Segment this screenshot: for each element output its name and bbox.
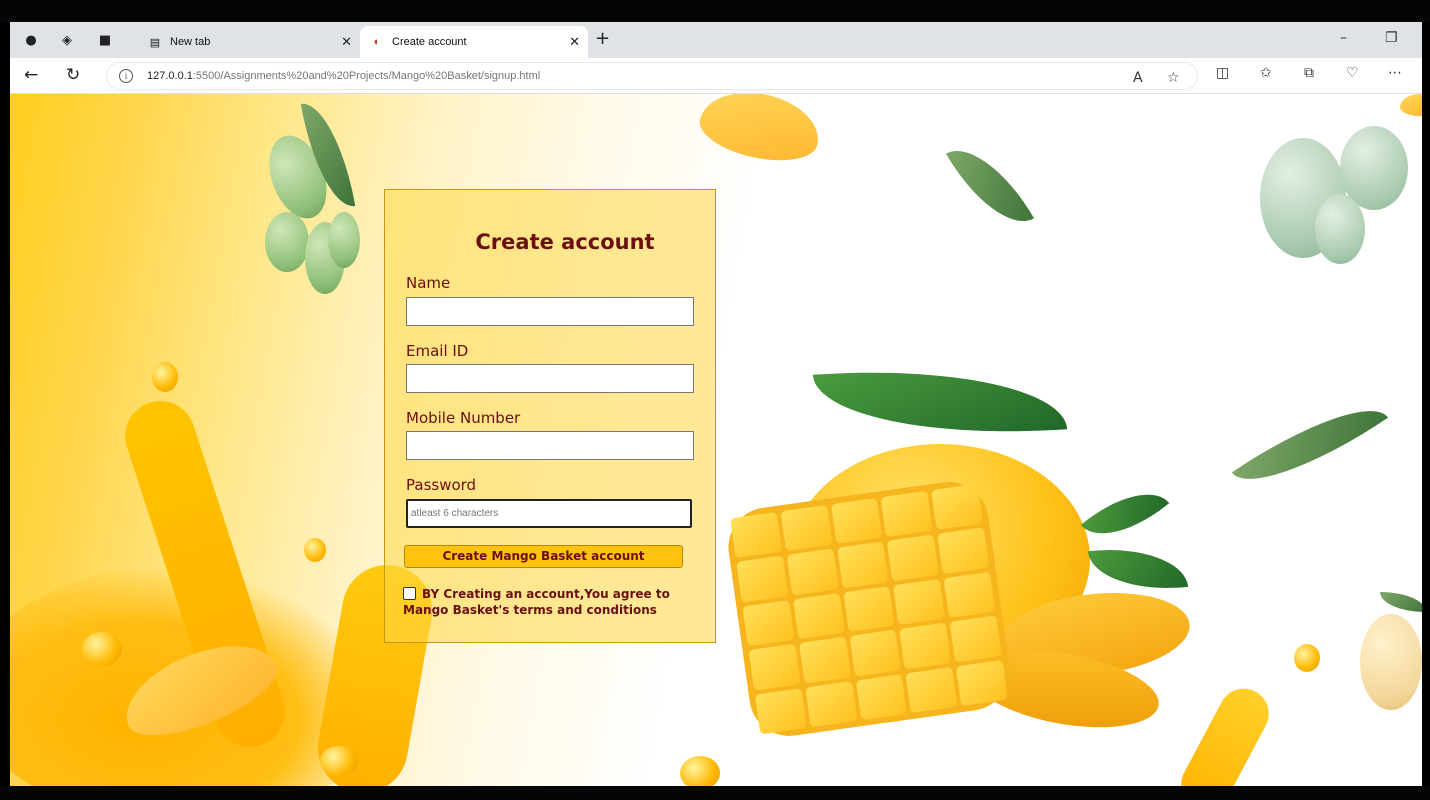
profile-icon[interactable]: ● xyxy=(20,30,42,50)
browser-toolbar: ← ↻ i 127.0.0.1:5500/Assignments%20and%2… xyxy=(10,58,1422,94)
screen-top-border xyxy=(0,0,1430,22)
tab-label: New tab xyxy=(170,36,211,48)
mango-leaf-image xyxy=(1087,541,1189,597)
restore-window-icon[interactable]: ❐ xyxy=(1385,30,1398,46)
juice-drop-image xyxy=(304,538,326,562)
juice-drop-image xyxy=(1294,644,1320,672)
green-mango-image xyxy=(265,212,309,272)
mango-leaf-image xyxy=(1080,472,1170,556)
back-arrow-icon[interactable]: ← xyxy=(24,65,38,85)
terms-text: BY Creating an account,You agree to Mang… xyxy=(403,587,670,617)
terms-checkbox[interactable] xyxy=(403,587,416,600)
split-screen-icon[interactable]: ◫ xyxy=(1216,65,1229,81)
screen-bottom-border xyxy=(0,786,1430,800)
workspaces-icon[interactable]: ◈ xyxy=(56,30,78,50)
mango-slice-image xyxy=(1400,94,1422,116)
email-field[interactable] xyxy=(406,364,694,393)
juice-splash-image xyxy=(1172,679,1278,786)
read-aloud-icon[interactable]: A xyxy=(1133,70,1143,86)
browser-essentials-icon[interactable]: ♡ xyxy=(1346,65,1359,81)
create-account-button[interactable]: Create Mango Basket account xyxy=(404,545,683,568)
tab-actions-icon[interactable]: ■ xyxy=(94,30,116,50)
favorites-icon[interactable]: ✩ xyxy=(1260,65,1272,81)
page-viewport: Create account Name Email ID Mobile Numb… xyxy=(10,94,1422,786)
password-field[interactable] xyxy=(406,499,692,528)
name-label: Name xyxy=(406,274,451,292)
cubed-mango-image xyxy=(723,476,1015,742)
favorite-star-icon[interactable]: ☆ xyxy=(1167,70,1180,86)
password-label: Password xyxy=(406,476,477,494)
mango-leaf-image xyxy=(945,131,1035,241)
browser-tab-strip: ● ◈ ■ ▤ New tab ✕ ◐ Create account ✕ + –… xyxy=(10,22,1422,58)
site-info-icon[interactable]: i xyxy=(119,69,133,83)
mango-leaf-image xyxy=(1380,592,1422,612)
juice-drop-image xyxy=(82,632,122,666)
pale-mango-image xyxy=(1360,614,1422,710)
pale-mango-image xyxy=(1315,194,1365,264)
email-label: Email ID xyxy=(406,342,469,360)
address-bar[interactable]: i 127.0.0.1:5500/Assignments%20and%20Pro… xyxy=(106,62,1198,90)
mobile-label: Mobile Number xyxy=(406,409,521,427)
juice-drop-image xyxy=(320,746,358,776)
juice-drop-image xyxy=(152,362,178,392)
tab-create-account[interactable]: ◐ Create account ✕ xyxy=(360,26,588,58)
minimize-icon[interactable]: – xyxy=(1340,30,1347,46)
mango-slice-image xyxy=(694,94,826,170)
signup-form: Create account Name Email ID Mobile Numb… xyxy=(384,189,716,643)
tab-new-tab[interactable]: ▤ New tab ✕ xyxy=(138,26,360,58)
url-text[interactable]: 127.0.0.1:5500/Assignments%20and%20Proje… xyxy=(147,70,540,82)
green-mango-image xyxy=(328,212,360,268)
juice-drop-image xyxy=(680,756,720,786)
new-tab-page-icon: ▤ xyxy=(149,36,161,49)
name-field[interactable] xyxy=(406,297,694,326)
more-menu-icon[interactable]: ⋯ xyxy=(1388,65,1402,81)
close-tab-icon[interactable]: ✕ xyxy=(569,34,580,50)
terms-agreement: BY Creating an account,You agree to Mang… xyxy=(403,586,703,618)
tab-label: Create account xyxy=(392,36,467,48)
form-title: Create account xyxy=(475,230,655,254)
mango-leaf-image xyxy=(812,357,1068,447)
collections-icon[interactable]: ⧉ xyxy=(1304,65,1314,81)
close-tab-icon[interactable]: ✕ xyxy=(341,34,352,50)
mobile-field[interactable] xyxy=(406,431,694,460)
mango-favicon: ◐ xyxy=(373,36,381,48)
refresh-icon[interactable]: ↻ xyxy=(66,65,80,85)
mango-leaf-image xyxy=(1231,382,1389,508)
new-tab-button[interactable]: + xyxy=(595,30,610,48)
